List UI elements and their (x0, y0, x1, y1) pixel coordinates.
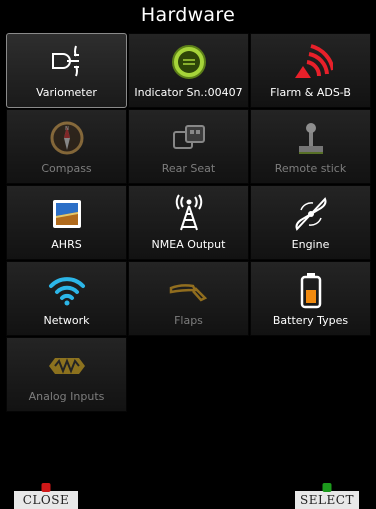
wifi-icon (7, 268, 126, 312)
tile-label: Analog Inputs (28, 390, 105, 403)
tile-variometer[interactable]: Variometer (6, 33, 127, 108)
tile-indicator[interactable]: Indicator Sn.:00407 (128, 33, 249, 108)
screen-title: Hardware (0, 0, 376, 30)
tile-compass[interactable]: N Compass (6, 109, 127, 184)
select-indicator-icon (322, 483, 332, 492)
tile-flarm[interactable]: Flarm & ADS-B (250, 33, 371, 108)
tile-label: AHRS (51, 238, 82, 251)
tile-label: Indicator Sn.:00407 (134, 86, 243, 99)
ahrs-icon (7, 192, 126, 236)
tile-network[interactable]: Network (6, 261, 127, 336)
tile-label: Rear Seat (161, 162, 216, 175)
tile-label: NMEA Output (151, 238, 226, 251)
battery-icon (251, 268, 370, 312)
tile-analog-inputs[interactable]: Analog Inputs (6, 337, 127, 412)
close-button[interactable]: CLOSE (14, 483, 78, 509)
propeller-icon (251, 192, 370, 236)
tile-ahrs[interactable]: AHRS (6, 185, 127, 260)
select-button[interactable]: SELECT (295, 483, 359, 509)
indicator-icon (129, 40, 248, 84)
tile-label: Flaps (174, 314, 203, 327)
close-indicator-icon (41, 483, 51, 492)
select-label: SELECT (300, 493, 354, 507)
vario-icon (7, 40, 126, 84)
svg-text:N: N (65, 126, 69, 132)
flaps-icon (129, 268, 248, 312)
flarm-icon (251, 40, 370, 84)
joystick-icon (251, 116, 370, 160)
tile-engine[interactable]: Engine (250, 185, 371, 260)
antenna-icon (129, 192, 248, 236)
tile-label: Compass (41, 162, 92, 175)
tile-label: Remote stick (274, 162, 347, 175)
tile-label: Flarm & ADS-B (270, 86, 351, 99)
rear-seat-icon (129, 116, 248, 160)
tile-label: Battery Types (272, 314, 349, 327)
tile-flaps[interactable]: Flaps (128, 261, 249, 336)
tile-label: Engine (291, 238, 330, 251)
hardware-menu-grid: Variometer Indicator Sn.:00407 Flarm & A… (6, 33, 371, 412)
close-label: CLOSE (22, 493, 70, 507)
compass-icon: N (7, 116, 126, 160)
tile-nmea-output[interactable]: NMEA Output (128, 185, 249, 260)
tile-battery-types[interactable]: Battery Types (250, 261, 371, 336)
tile-rear-seat[interactable]: Rear Seat (128, 109, 249, 184)
analog-icon (7, 344, 126, 388)
tile-label: Variometer (36, 86, 97, 99)
tile-label: Network (43, 314, 90, 327)
tile-remote-stick[interactable]: Remote stick (250, 109, 371, 184)
